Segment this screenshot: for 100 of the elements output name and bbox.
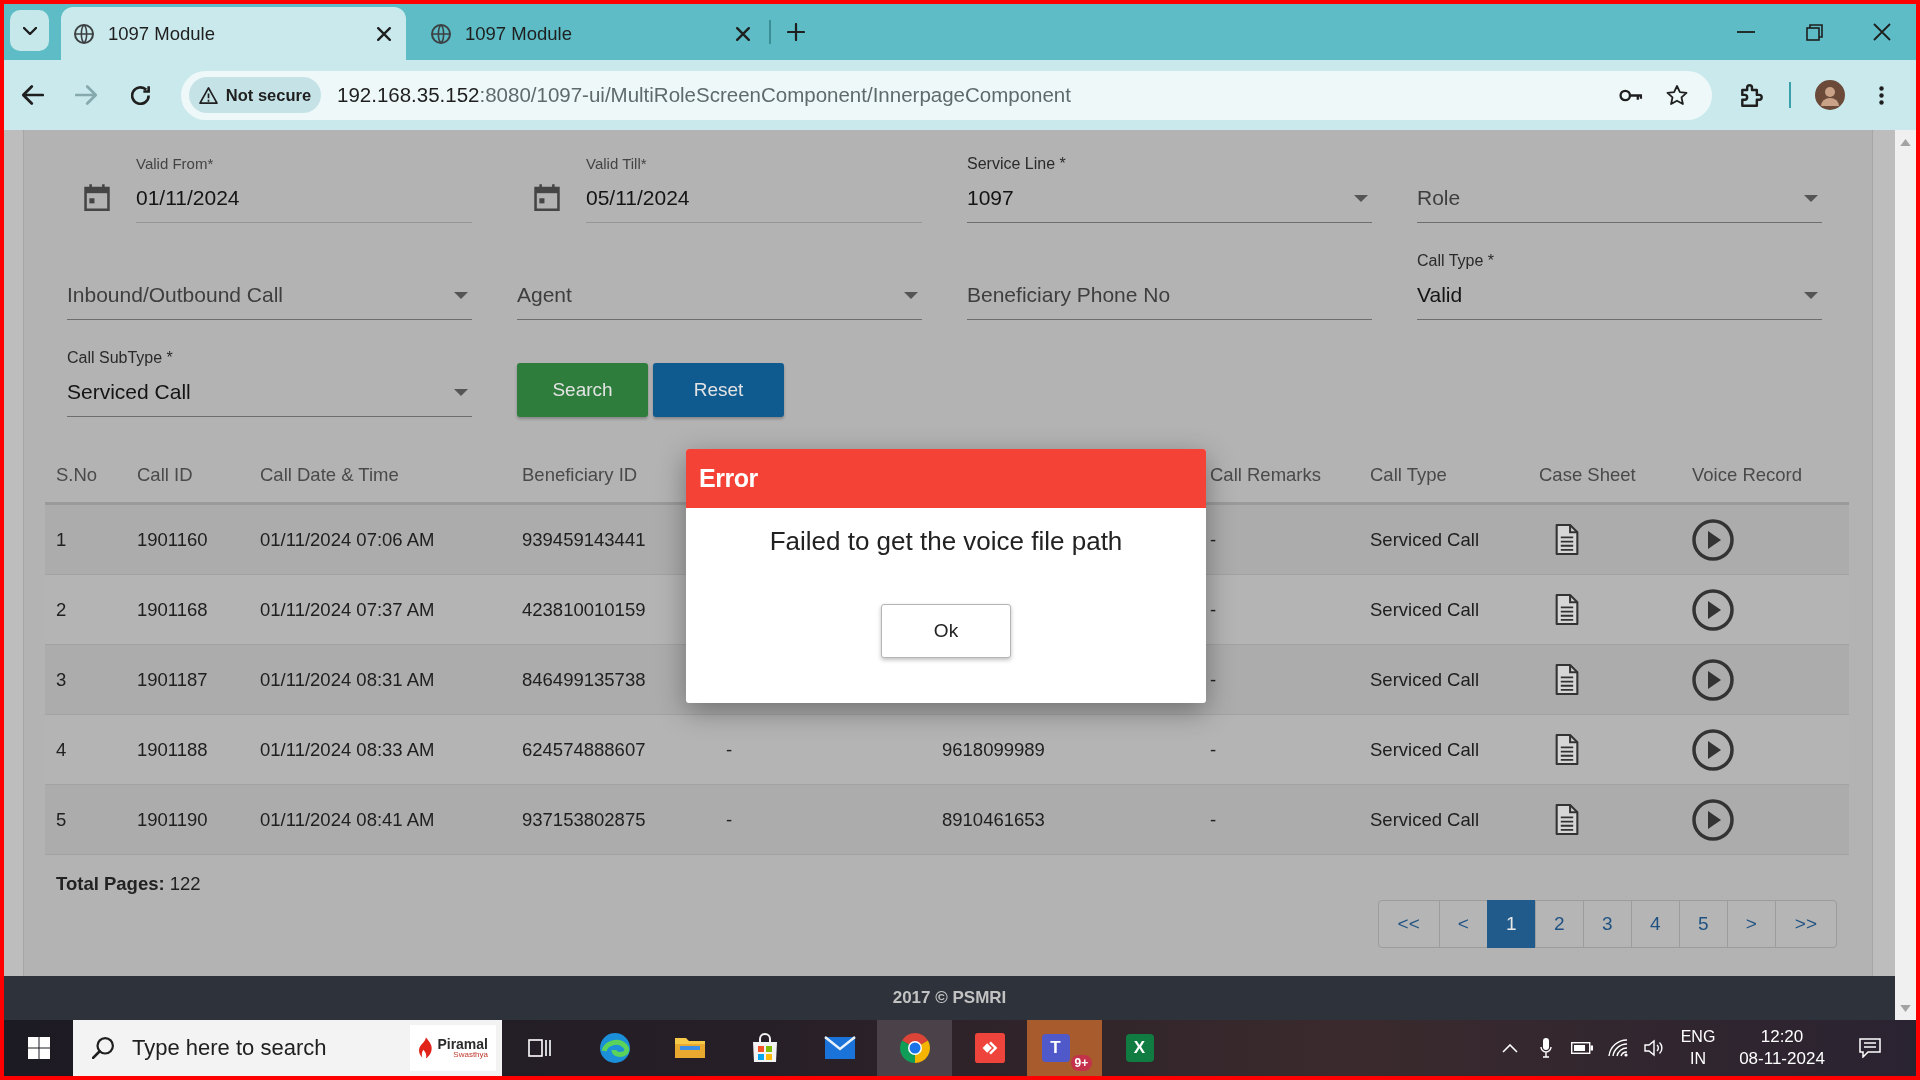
- browser-tab[interactable]: 1097 Module: [416, 7, 765, 60]
- dropdown-caret-icon[interactable]: [904, 291, 918, 299]
- play-icon[interactable]: [1692, 658, 1734, 701]
- taskbar-app-button[interactable]: T 9+: [1027, 1020, 1102, 1076]
- search-icon[interactable]: [92, 1037, 114, 1059]
- dropdown-field[interactable]: Call SubType * Serviced Call: [67, 349, 472, 417]
- table-cell: -: [726, 808, 733, 831]
- restore-icon[interactable]: [1805, 23, 1823, 41]
- diamond-tile-icon[interactable]: [974, 1033, 1005, 1063]
- browser-tab[interactable]: 1097 Module: [61, 7, 406, 60]
- reset-button[interactable]: Reset: [653, 363, 784, 417]
- table-cell: 1901187: [137, 668, 208, 691]
- circle-logo-icon[interactable]: [898, 1032, 931, 1064]
- dropdown-caret-icon[interactable]: [1354, 194, 1368, 202]
- close-icon[interactable]: [377, 26, 391, 41]
- field-label: Call Type *: [1417, 252, 1496, 270]
- calendar-icon[interactable]: [84, 183, 110, 211]
- dropdown-field[interactable]: Inbound/Outbound Call: [67, 252, 472, 320]
- folder-icon[interactable]: [673, 1037, 706, 1059]
- clock-date[interactable]: 08-11-2024: [1739, 1048, 1825, 1070]
- document-icon[interactable]: [1555, 804, 1579, 835]
- letter-tile-icon[interactable]: X: [1125, 1034, 1154, 1062]
- table-cell: -: [1210, 598, 1217, 621]
- table-cell: -: [1210, 738, 1217, 761]
- page-button[interactable]: 1: [1486, 900, 1536, 948]
- text-input-field[interactable]: Beneficiary Phone No: [967, 252, 1372, 320]
- puzzle-piece-icon[interactable]: [1741, 83, 1763, 107]
- play-icon[interactable]: [1692, 728, 1734, 771]
- table-cell: 4: [56, 738, 67, 761]
- four-squares-icon[interactable]: [27, 1037, 50, 1059]
- security-chip[interactable]: Not secure: [189, 77, 321, 113]
- document-icon[interactable]: [1555, 524, 1579, 555]
- close-icon[interactable]: [1873, 23, 1891, 41]
- url-text[interactable]: 192.168.35.152:8080/1097-ui/MultiRoleScreenComponent/InnerpageComponent: [337, 83, 1071, 107]
- address-bar[interactable]: Not secure 192.168.35.152:8080/1097-ui/MultiRoleScreenComponent/InnerpageComponent: [181, 70, 1712, 120]
- letter-tile-icon[interactable]: T: [1041, 1034, 1070, 1062]
- date-field[interactable]: Valid From* 01/11/2024: [136, 155, 472, 223]
- tab-list-button[interactable]: [10, 10, 49, 51]
- page-button[interactable]: >: [1726, 900, 1776, 948]
- chevron-up-icon[interactable]: [1502, 1043, 1518, 1053]
- page-button[interactable]: 4: [1630, 900, 1680, 948]
- dropdown-caret-icon[interactable]: [1804, 291, 1818, 299]
- dropdown-field[interactable]: Call Type * Valid: [1417, 252, 1822, 320]
- document-icon[interactable]: [1555, 664, 1579, 695]
- table-cell: 3: [56, 668, 67, 691]
- dropdown-caret-icon[interactable]: [454, 291, 468, 299]
- document-icon[interactable]: [1555, 734, 1579, 765]
- region-text[interactable]: IN: [1690, 1048, 1706, 1070]
- table-cell: Serviced Call: [1370, 738, 1479, 761]
- page-button[interactable]: 3: [1582, 900, 1632, 948]
- dropdown-caret-icon[interactable]: [454, 388, 468, 396]
- star-icon[interactable]: [1666, 85, 1688, 105]
- page-button[interactable]: 5: [1678, 900, 1728, 948]
- reload-icon[interactable]: [131, 85, 151, 105]
- play-icon[interactable]: [1692, 588, 1734, 631]
- column-header: Call Date & Time: [260, 464, 399, 486]
- dropdown-field[interactable]: Agent: [517, 252, 922, 320]
- speaker-icon[interactable]: [1644, 1039, 1664, 1057]
- notification-icon[interactable]: [1859, 1038, 1881, 1058]
- close-icon[interactable]: [736, 26, 750, 41]
- clock-time[interactable]: 12:20: [1760, 1026, 1804, 1048]
- field-label: Valid From*: [136, 155, 215, 173]
- dropdown-field[interactable]: Service Line * 1097: [967, 155, 1372, 223]
- task-view-icon[interactable]: [527, 1038, 552, 1058]
- dropdown-field[interactable]: Role: [1417, 155, 1822, 223]
- avatar-icon[interactable]: [1815, 80, 1845, 110]
- page-button[interactable]: <: [1438, 900, 1488, 948]
- page-button[interactable]: <<: [1377, 900, 1440, 948]
- plus-icon[interactable]: [787, 23, 805, 41]
- taskbar-app-button[interactable]: X: [1102, 1020, 1177, 1076]
- ok-button[interactable]: Ok: [881, 604, 1011, 658]
- document-icon[interactable]: [1555, 594, 1579, 625]
- chevron-down-icon: [22, 26, 37, 35]
- page-button[interactable]: 2: [1534, 900, 1584, 948]
- column-header: Call ID: [137, 464, 193, 486]
- play-icon[interactable]: [1692, 798, 1734, 841]
- search-button[interactable]: Search: [517, 363, 648, 417]
- table-cell: 1901190: [137, 808, 208, 831]
- swirl-logo-icon[interactable]: [598, 1032, 631, 1064]
- dropdown-caret-icon[interactable]: [1804, 194, 1818, 202]
- back-arrow-icon[interactable]: [22, 85, 44, 105]
- date-field[interactable]: Valid Till* 05/11/2024: [586, 155, 922, 223]
- key-icon[interactable]: [1619, 88, 1643, 102]
- column-header: Beneficiary ID: [522, 464, 638, 486]
- table-cell: 1901168: [137, 598, 208, 621]
- column-header: S.No: [56, 464, 98, 486]
- taskbar-search-field[interactable]: Type here to search Piramal Swasthya: [73, 1020, 502, 1076]
- table-cell: 2: [56, 598, 67, 621]
- page-button[interactable]: >>: [1774, 900, 1837, 948]
- table-cell: 9618099989: [942, 738, 1045, 761]
- language-text[interactable]: ENG: [1680, 1026, 1716, 1048]
- shopping-bag-icon[interactable]: [751, 1033, 778, 1063]
- envelope-icon[interactable]: [823, 1036, 856, 1060]
- microphone-icon[interactable]: [1540, 1038, 1552, 1058]
- wifi-icon[interactable]: [1608, 1039, 1628, 1057]
- calendar-icon[interactable]: [534, 183, 560, 211]
- more-menu-icon[interactable]: [1879, 85, 1884, 105]
- search-input[interactable]: Type here to search: [132, 1035, 411, 1061]
- battery-icon[interactable]: [1571, 1042, 1593, 1054]
- play-icon[interactable]: [1692, 518, 1734, 561]
